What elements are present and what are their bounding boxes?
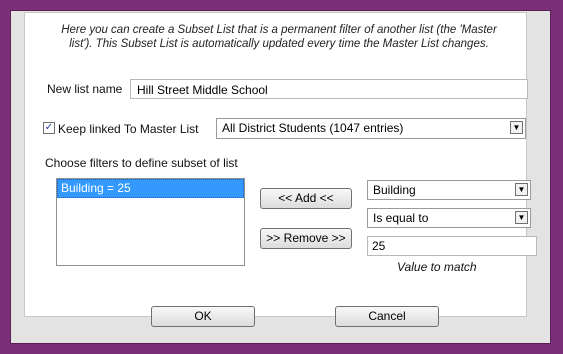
cancel-button[interactable]: Cancel xyxy=(335,306,439,327)
add-filter-button[interactable]: << Add << xyxy=(260,188,352,209)
chevron-down-icon: ▼ xyxy=(515,183,528,196)
list-item[interactable]: Building = 25 xyxy=(57,179,244,198)
filters-heading: Choose filters to define subset of list xyxy=(45,156,238,170)
checkmark-icon: ✓ xyxy=(44,122,54,133)
ok-button[interactable]: OK xyxy=(151,306,255,327)
value-to-match-caption: Value to match xyxy=(397,260,477,274)
description-text: Here you can create a Subset List that i… xyxy=(61,24,497,50)
chevron-down-icon: ▼ xyxy=(515,211,528,224)
filters-listbox[interactable]: Building = 25 xyxy=(56,178,245,266)
master-list-dropdown[interactable]: All District Students (1047 entries) ▼ xyxy=(216,118,526,139)
keep-linked-label: Keep linked To Master List xyxy=(58,122,199,136)
value-to-match-input[interactable]: 25 xyxy=(367,236,537,256)
new-list-name-input[interactable]: Hill Street Middle School xyxy=(130,79,528,99)
keep-linked-checkbox[interactable]: ✓ xyxy=(43,122,55,134)
chevron-down-icon: ▼ xyxy=(510,121,523,134)
remove-filter-button[interactable]: >> Remove >> xyxy=(260,228,352,249)
master-list-value: All District Students (1047 entries) xyxy=(222,121,404,135)
filter-field-dropdown[interactable]: Building ▼ xyxy=(367,180,531,200)
filter-field-value: Building xyxy=(373,183,416,197)
filter-operator-value: Is equal to xyxy=(373,211,429,225)
new-list-name-label: New list name xyxy=(47,82,123,96)
filter-operator-dropdown[interactable]: Is equal to ▼ xyxy=(367,208,531,228)
